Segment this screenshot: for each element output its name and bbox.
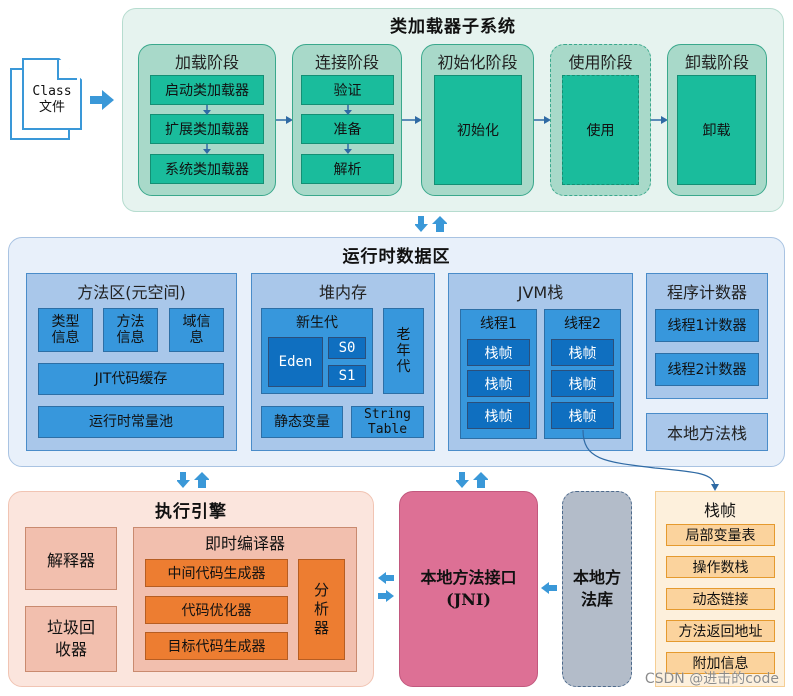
stack-frame: 栈帧 [551, 370, 614, 397]
analyzer: 分 析 器 [298, 559, 345, 660]
class-file-line2: 文件 [38, 100, 65, 115]
jni-title: 本地方法接口 [420, 568, 517, 587]
stack-frame: 栈帧 [467, 339, 530, 366]
native-method-library: 本地方 法库 [562, 491, 632, 687]
initialize-step: 初始化 [434, 75, 522, 185]
heap-title: 堆内存 [318, 283, 367, 302]
arrow-right-icon [90, 90, 114, 110]
stack-frame: 栈帧 [467, 402, 530, 429]
return-address: 方法返回地址 [666, 620, 775, 642]
dynamic-linking: 动态链接 [666, 588, 775, 610]
bootstrap-classloader: 启动类加载器 [150, 75, 264, 105]
method-area-title: 方法区(元空间) [77, 283, 186, 302]
jit-compiler-title: 即时编译器 [204, 534, 285, 553]
arrow-down-icon [203, 144, 211, 154]
arrow-right-icon [651, 116, 668, 124]
garbage-collector: 垃圾回 收器 [25, 606, 117, 672]
jni-subtitle: (JNI) [446, 590, 491, 609]
execution-engine-title: 执行引擎 [155, 502, 227, 522]
arrow-right-icon [276, 116, 293, 124]
field-info: 域信 息 [169, 308, 224, 352]
watermark: CSDN @进击的code [644, 671, 779, 687]
pc-register-title: 程序计数器 [666, 283, 747, 302]
static-variables: 静态变量 [261, 406, 343, 438]
intermediate-code-generator: 中间代码生成器 [145, 559, 288, 587]
stack-frame: 栈帧 [467, 370, 530, 397]
stage-loading-title: 加载阶段 [174, 53, 239, 72]
young-generation-title: 新生代 [296, 315, 338, 331]
stack-frame-detail-title: 栈帧 [703, 501, 736, 520]
eden-space: Eden [268, 337, 323, 387]
stage-initialization-title: 初始化阶段 [437, 53, 518, 72]
verify-step: 验证 [301, 75, 394, 105]
class-file-line1: Class [32, 84, 72, 99]
method-info: 方法 信息 [103, 308, 158, 352]
resolve-step: 解析 [301, 154, 394, 184]
type-info: 类型 信息 [38, 308, 93, 352]
runtime-constant-pool: 运行时常量池 [38, 406, 224, 438]
survivor-s1: S1 [328, 365, 366, 387]
old-generation: 老 年 代 [383, 308, 424, 394]
operand-stack: 操作数栈 [666, 556, 775, 578]
arrow-right-icon [402, 116, 422, 124]
bidirectional-arrow-icon [415, 216, 447, 232]
bidirectional-arrow-icon [378, 572, 394, 602]
prepare-step: 准备 [301, 114, 394, 144]
thread-1-title: 线程1 [480, 316, 517, 332]
stage-unloading-title: 卸载阶段 [684, 53, 749, 72]
arrow-down-icon [203, 105, 211, 115]
extension-classloader: 扩展类加载器 [150, 114, 264, 144]
file-fold-icon [57, 60, 77, 80]
thread-2-counter: 线程2计数器 [655, 353, 759, 386]
use-step: 使用 [562, 75, 639, 185]
class-loader-title: 类加载器子系统 [390, 17, 516, 37]
stage-using-title: 使用阶段 [568, 53, 633, 72]
arrow-down-icon [344, 144, 352, 154]
arrow-left-icon [541, 582, 557, 594]
stack-frame: 栈帧 [551, 402, 614, 429]
string-table: String Table [351, 406, 424, 438]
jni-box: 本地方法接口 (JNI) [399, 491, 538, 687]
arrow-right-icon [534, 116, 551, 124]
interpreter: 解释器 [25, 527, 117, 590]
stack-frame: 栈帧 [551, 339, 614, 366]
bidirectional-arrow-icon [456, 472, 488, 488]
arrow-down-icon [344, 105, 352, 115]
bidirectional-arrow-icon [177, 472, 209, 488]
thread-1-counter: 线程1计数器 [655, 309, 759, 342]
thread-2-title: 线程2 [564, 316, 601, 332]
unload-step: 卸载 [677, 75, 756, 185]
system-classloader: 系统类加载器 [150, 154, 264, 184]
jit-code-cache: JIT代码缓存 [38, 363, 224, 395]
jvm-stack-title: JVM栈 [517, 283, 564, 302]
code-optimizer: 代码优化器 [145, 596, 288, 624]
survivor-s0: S0 [328, 337, 366, 359]
connector-arrow [582, 429, 719, 491]
runtime-data-area-title: 运行时数据区 [342, 247, 451, 267]
local-variable-table: 局部变量表 [666, 524, 775, 546]
class-file-label: Class 文件 [22, 84, 82, 116]
target-code-generator: 目标代码生成器 [145, 632, 288, 660]
stage-linking-title: 连接阶段 [314, 53, 379, 72]
